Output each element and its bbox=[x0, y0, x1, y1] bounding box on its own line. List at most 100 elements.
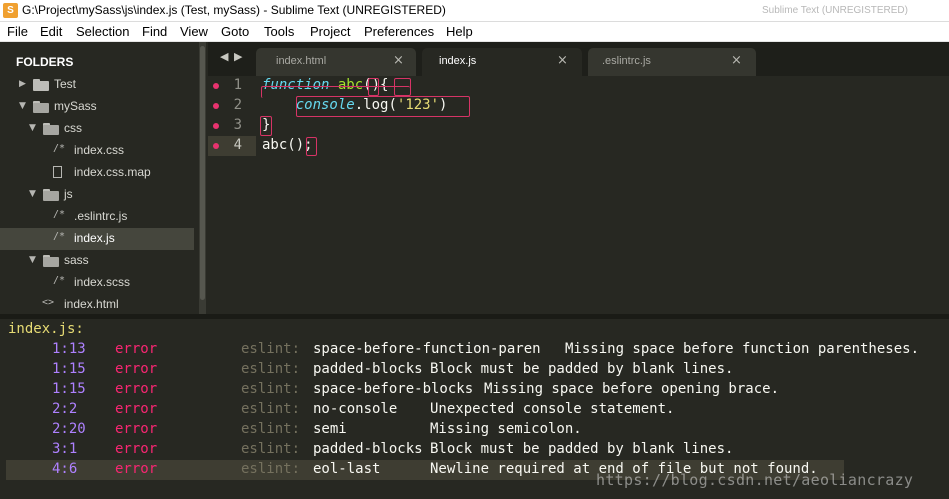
tree-folder-sass[interactable]: ▼ sass bbox=[0, 250, 194, 272]
lint-source: eslint: bbox=[241, 441, 301, 457]
tab-label: .eslintrc.js bbox=[602, 55, 651, 67]
sidebar-scroll-thumb[interactable] bbox=[200, 46, 205, 300]
menu-file[interactable]: File bbox=[7, 24, 28, 39]
tab-forward-icon[interactable]: ▶ bbox=[234, 50, 242, 63]
tree-folder-mysass[interactable]: ▼ mySass bbox=[0, 96, 194, 118]
sidebar-scrollbar[interactable] bbox=[199, 42, 206, 314]
menu-bar: File Edit Selection Find View Goto Tools… bbox=[0, 22, 949, 42]
tree-file-eslintrc[interactable]: /* .eslintrc.js bbox=[0, 206, 194, 228]
lint-location: 2:2 bbox=[52, 401, 78, 417]
window-title: G:\Project\mySass\js\index.js (Test, myS… bbox=[22, 3, 446, 17]
menu-goto[interactable]: Goto bbox=[221, 24, 249, 39]
code-editor[interactable]: 1 function abc(){ 2 console.log('123') 3… bbox=[208, 76, 949, 314]
tree-label: index.js bbox=[74, 231, 115, 245]
menu-project[interactable]: Project bbox=[310, 24, 350, 39]
lint-result-row[interactable]: 2:20 error eslint: semi Missing semicolo… bbox=[0, 420, 949, 440]
lint-result-row[interactable]: 1:15 error eslint: padded-blocks Block m… bbox=[0, 360, 949, 380]
tree-folder-js[interactable]: ▼ js bbox=[0, 184, 194, 206]
close-icon[interactable]: × bbox=[557, 53, 568, 68]
lint-message: Missing space before function parenthese… bbox=[565, 341, 920, 357]
lint-message: Block must be padded by blank lines. bbox=[430, 441, 734, 457]
tab-index-html[interactable]: index.html × bbox=[256, 48, 416, 76]
tree-label: index.html bbox=[64, 297, 119, 311]
folders-header: FOLDERS bbox=[16, 55, 74, 69]
lint-result-row[interactable]: 1:15 error eslint: space-before-blocks M… bbox=[0, 380, 949, 400]
lint-rule: padded-blocks bbox=[313, 441, 423, 457]
tab-eslintrc[interactable]: .eslintrc.js × bbox=[588, 48, 756, 76]
comment-file-icon: /* bbox=[53, 231, 66, 242]
tree-label: css bbox=[64, 121, 82, 135]
collapsed-arrow-icon[interactable]: ▶ bbox=[19, 79, 26, 89]
folder-open-icon bbox=[43, 255, 59, 267]
folder-icon bbox=[33, 79, 49, 91]
lint-location: 4:6 bbox=[52, 461, 78, 477]
tree-label: index.scss bbox=[74, 275, 131, 289]
tree-file-index-js[interactable]: /* index.js bbox=[0, 228, 194, 250]
tree-label: index.css bbox=[74, 143, 125, 157]
tab-back-icon[interactable]: ◀ bbox=[220, 50, 228, 63]
menu-view[interactable]: View bbox=[180, 24, 208, 39]
menu-selection[interactable]: Selection bbox=[76, 24, 129, 39]
close-icon[interactable]: × bbox=[393, 53, 404, 68]
lint-source: eslint: bbox=[241, 341, 301, 357]
lint-result-row[interactable]: 2:2 error eslint: no-console Unexpected … bbox=[0, 400, 949, 420]
expanded-arrow-icon[interactable]: ▼ bbox=[29, 189, 36, 199]
code-text: abc(); bbox=[262, 137, 313, 153]
menu-edit[interactable]: Edit bbox=[40, 24, 62, 39]
close-icon[interactable]: × bbox=[731, 53, 742, 68]
lint-error-outline bbox=[306, 137, 317, 156]
menu-help[interactable]: Help bbox=[446, 24, 473, 39]
expanded-arrow-icon[interactable]: ▼ bbox=[29, 123, 36, 133]
line-number: 1 bbox=[233, 77, 242, 93]
lint-source: eslint: bbox=[241, 361, 301, 377]
tree-label: index.css.map bbox=[74, 165, 151, 179]
plain-file-icon bbox=[53, 166, 62, 178]
lint-location: 1:15 bbox=[52, 361, 86, 377]
tree-file-index-css[interactable]: /* index.css bbox=[0, 140, 194, 162]
tree-folder-test[interactable]: ▶ Test bbox=[0, 74, 194, 96]
tree-file-index-html[interactable]: <> index.html bbox=[0, 294, 194, 316]
lint-message: Missing space before opening brace. bbox=[484, 381, 780, 397]
tab-bar: ◀ ▶ index.html × index.js × .eslintrc.js… bbox=[208, 42, 949, 76]
lint-source: eslint: bbox=[241, 401, 301, 417]
folder-open-icon bbox=[43, 123, 59, 135]
menu-find[interactable]: Find bbox=[142, 24, 167, 39]
lint-severity: error bbox=[115, 441, 158, 457]
code-line-current[interactable]: 4 abc(); bbox=[208, 136, 949, 156]
folder-open-icon bbox=[33, 101, 49, 113]
comment-file-icon: /* bbox=[53, 209, 66, 220]
tab-label: index.js bbox=[439, 55, 477, 67]
lint-location: 1:13 bbox=[52, 341, 86, 357]
code-line[interactable]: 3 } bbox=[208, 116, 949, 136]
expanded-arrow-icon[interactable]: ▼ bbox=[19, 101, 26, 111]
lint-location: 2:20 bbox=[52, 421, 86, 437]
expanded-arrow-icon[interactable]: ▼ bbox=[29, 255, 36, 265]
lint-source: eslint: bbox=[241, 381, 301, 397]
tab-label: index.html bbox=[276, 55, 327, 67]
lint-rule: space-before-blocks bbox=[313, 381, 474, 397]
tree-folder-css[interactable]: ▼ css bbox=[0, 118, 194, 140]
lint-severity: error bbox=[115, 401, 158, 417]
line-number: 3 bbox=[233, 117, 242, 133]
tree-file-index-css-map[interactable]: index.css.map bbox=[0, 162, 194, 184]
lint-rule: space-before-function-paren bbox=[313, 341, 541, 357]
tree-file-index-scss[interactable]: /* index.scss bbox=[0, 272, 194, 294]
lint-message: Missing semicolon. bbox=[430, 421, 582, 437]
lint-rule: semi bbox=[313, 421, 347, 437]
lint-severity: error bbox=[115, 341, 158, 357]
tab-index-js[interactable]: index.js × bbox=[422, 48, 582, 76]
lint-severity: error bbox=[115, 361, 158, 377]
lint-result-row[interactable]: 1:13 error eslint: space-before-function… bbox=[0, 340, 949, 360]
lint-result-row[interactable]: 3:1 error eslint: padded-blocks Block mu… bbox=[0, 440, 949, 460]
menu-preferences[interactable]: Preferences bbox=[364, 24, 434, 39]
lint-message: Unexpected console statement. bbox=[430, 401, 675, 417]
lint-rule: eol-last bbox=[313, 461, 381, 477]
lint-severity: error bbox=[115, 461, 158, 477]
lint-source: eslint: bbox=[241, 421, 301, 437]
line-number: 4 bbox=[233, 137, 242, 153]
lint-error-outline bbox=[260, 116, 272, 136]
comment-file-icon: /* bbox=[53, 275, 66, 286]
lint-location: 3:1 bbox=[52, 441, 78, 457]
lint-severity: error bbox=[115, 421, 158, 437]
menu-tools[interactable]: Tools bbox=[264, 24, 294, 39]
